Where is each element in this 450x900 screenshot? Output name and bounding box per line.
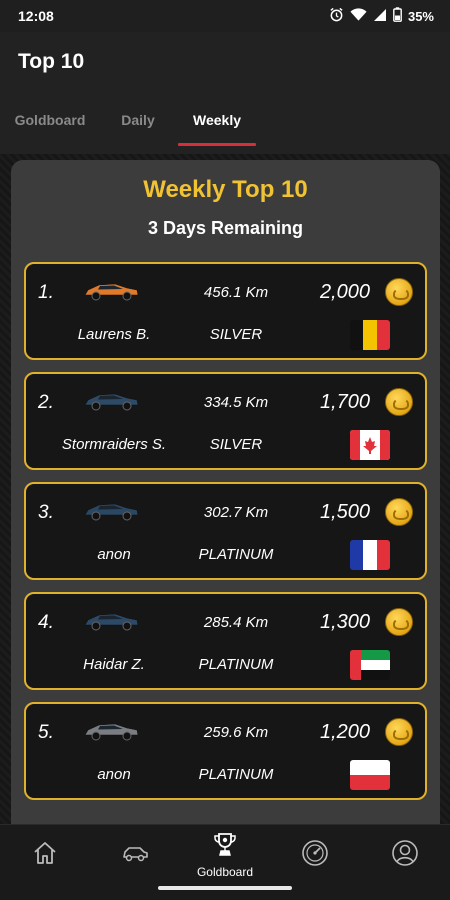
nav-home[interactable] bbox=[0, 825, 90, 885]
signal-icon bbox=[373, 8, 387, 25]
distance: 334.5 Km bbox=[203, 394, 269, 411]
tab-weekly[interactable]: Weekly bbox=[178, 110, 256, 146]
uae-flag-icon bbox=[350, 650, 390, 680]
car-icon bbox=[121, 842, 149, 869]
distance: 456.1 Km bbox=[203, 284, 269, 301]
player-name: anon bbox=[97, 766, 131, 783]
car-image bbox=[81, 608, 141, 634]
page-title: Top 10 bbox=[18, 50, 85, 73]
leaderboard-row[interactable]: 2. 334.5 Km 1,700 Stormraiders S. SILVER bbox=[24, 372, 427, 470]
points: 2,000 bbox=[319, 281, 370, 303]
gold-coin-icon bbox=[385, 388, 413, 416]
player-name: Laurens B. bbox=[77, 326, 151, 343]
canada-flag-icon bbox=[350, 430, 390, 460]
rank-number: 2. bbox=[38, 392, 54, 413]
nav-goldboard-label: Goldboard bbox=[196, 864, 254, 879]
distance: 285.4 Km bbox=[203, 614, 269, 631]
points: 1,700 bbox=[319, 391, 370, 413]
belgium-flag-icon bbox=[350, 320, 390, 350]
player-tier: PLATINUM bbox=[198, 546, 274, 563]
gold-coin-icon bbox=[385, 718, 413, 746]
player-tier: SILVER bbox=[209, 436, 263, 453]
player-name: anon bbox=[97, 546, 131, 563]
panel-title: Weekly Top 10 bbox=[143, 176, 308, 203]
speedometer-icon bbox=[301, 839, 329, 872]
battery-icon bbox=[393, 7, 402, 25]
nav-stats[interactable] bbox=[270, 825, 360, 885]
player-name: Stormraiders S. bbox=[61, 436, 167, 453]
leaderboard-row[interactable]: 5. 259.6 Km 1,200 anon PLATINUM bbox=[24, 702, 427, 800]
content-area[interactable]: Weekly Top 10 3 Days Remaining 1. 456.1 K… bbox=[0, 154, 450, 840]
player-tier: SILVER bbox=[209, 326, 263, 343]
wifi-icon bbox=[350, 7, 367, 25]
alarm-icon bbox=[329, 7, 344, 25]
car-image bbox=[81, 718, 141, 744]
player-tier: PLATINUM bbox=[198, 656, 274, 673]
battery-percent: 35% bbox=[407, 8, 434, 24]
app-header: Top 10 Goldboard Daily Weekly bbox=[0, 32, 450, 154]
rank-number: 5. bbox=[38, 722, 54, 743]
leaderboard-panel: Weekly Top 10 3 Days Remaining 1. 456.1 K… bbox=[11, 160, 440, 840]
tab-goldboard[interactable]: Goldboard bbox=[14, 110, 86, 146]
status-bar: 12:08 35% bbox=[0, 0, 450, 32]
profile-icon bbox=[391, 839, 419, 872]
leaderboard-row[interactable]: 3. 302.7 Km 1,500 anon PLATINUM bbox=[24, 482, 427, 580]
days-remaining: 3 Days Remaining bbox=[147, 218, 304, 238]
poland-flag-icon bbox=[350, 760, 390, 790]
status-icons: 35% bbox=[329, 7, 434, 25]
rank-number: 1. bbox=[38, 282, 54, 303]
gold-coin-icon bbox=[385, 278, 413, 306]
status-time: 12:08 bbox=[18, 8, 54, 24]
player-tier: PLATINUM bbox=[198, 766, 274, 783]
leaderboard-row[interactable]: 4. 285.4 Km 1,300 Haidar Z. PLATINUM bbox=[24, 592, 427, 690]
nav-goldboard[interactable]: Goldboard bbox=[180, 825, 270, 885]
tab-daily[interactable]: Daily bbox=[114, 110, 162, 146]
rank-number: 4. bbox=[38, 612, 54, 633]
distance: 302.7 Km bbox=[203, 504, 269, 521]
rank-number: 3. bbox=[38, 502, 54, 523]
points: 1,500 bbox=[319, 501, 370, 523]
gold-coin-icon bbox=[385, 498, 413, 526]
car-image bbox=[81, 278, 141, 304]
points: 1,300 bbox=[319, 611, 370, 633]
nav-profile[interactable] bbox=[360, 825, 450, 885]
car-image bbox=[81, 388, 141, 414]
player-name: Haidar Z. bbox=[83, 656, 145, 673]
home-indicator bbox=[158, 886, 292, 890]
gold-coin-icon bbox=[385, 608, 413, 636]
france-flag-icon bbox=[350, 540, 390, 570]
trophy-icon bbox=[213, 832, 237, 863]
points: 1,200 bbox=[319, 721, 370, 743]
nav-garage[interactable] bbox=[90, 825, 180, 885]
leaderboard-row[interactable]: 1. 456.1 Km 2,000 Laurens B. SILVER bbox=[24, 262, 427, 360]
tab-bar: Goldboard Daily Weekly bbox=[0, 110, 450, 146]
car-image bbox=[81, 498, 141, 524]
home-icon bbox=[32, 840, 58, 871]
distance: 259.6 Km bbox=[203, 724, 269, 741]
